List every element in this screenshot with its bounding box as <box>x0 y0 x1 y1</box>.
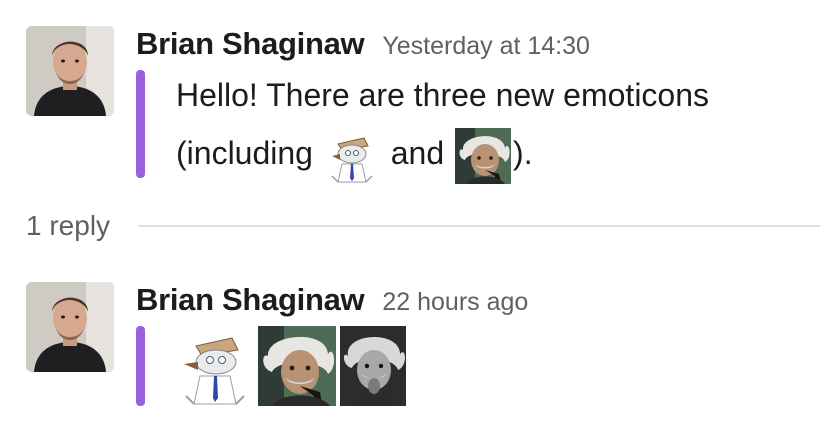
thread-divider <box>138 225 820 227</box>
message-2: Brian Shaginaw 22 hours ago <box>26 282 806 412</box>
emoji-row <box>176 326 406 406</box>
author-name[interactable]: Brian Shaginaw <box>136 282 365 318</box>
message-header: Brian Shaginaw 22 hours ago <box>136 282 528 318</box>
message-timestamp[interactable]: 22 hours ago <box>382 288 528 317</box>
thread-replies: 1 reply <box>26 210 820 242</box>
avatar[interactable] <box>26 282 114 372</box>
cartoon-character-emoji-icon[interactable] <box>176 326 254 406</box>
message-text-line: Hello! There are three new emoticons <box>176 66 709 124</box>
reply-count-link[interactable]: 1 reply <box>26 210 110 242</box>
quote-bar <box>136 326 145 406</box>
cartoon-character-emoji-icon[interactable] <box>323 127 380 184</box>
einstein-pipe-emoji-icon[interactable] <box>258 326 336 406</box>
message-text-segment: and <box>390 135 445 171</box>
message-header: Brian Shaginaw Yesterday at 14:30 <box>136 26 590 62</box>
quote-bar <box>136 70 145 178</box>
einstein-pipe-emoji-icon[interactable] <box>455 127 512 184</box>
message-text: Hello! There are three new emoticons (in… <box>176 66 709 184</box>
message-text-line: (including and). <box>176 124 709 184</box>
message-text-segment: Hello! There are three new emoticons <box>176 77 710 113</box>
einstein-tongue-emoji-icon[interactable] <box>340 326 406 406</box>
author-name[interactable]: Brian Shaginaw <box>136 26 365 62</box>
message-text-segment: (including <box>176 135 313 171</box>
message-text-segment: ). <box>513 135 533 171</box>
message-1: Brian Shaginaw Yesterday at 14:30 Hello!… <box>26 26 806 186</box>
message-timestamp[interactable]: Yesterday at 14:30 <box>382 32 590 61</box>
avatar[interactable] <box>26 26 114 116</box>
